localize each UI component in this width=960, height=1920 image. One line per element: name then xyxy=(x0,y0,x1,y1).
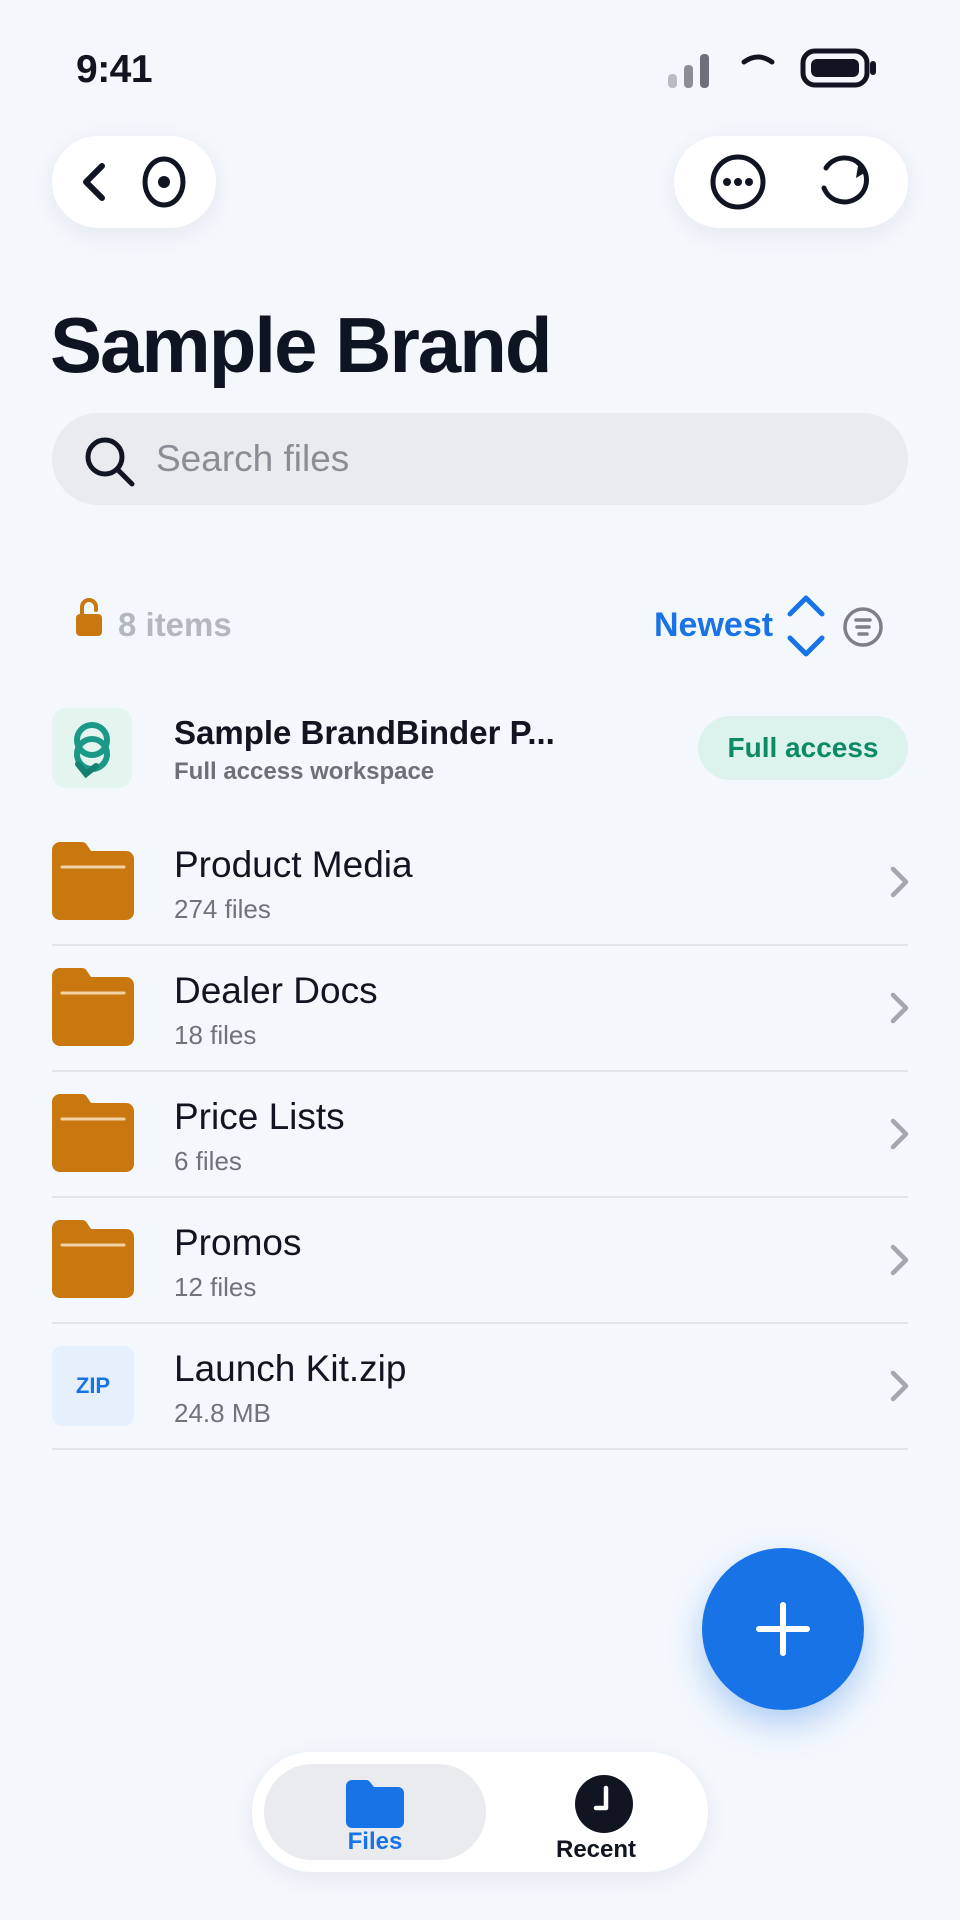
search-icon xyxy=(85,437,135,487)
folder-icon xyxy=(52,1220,134,1298)
list-item[interactable]: Product Media 274 files xyxy=(52,820,909,946)
chevron-right-icon xyxy=(890,1244,909,1276)
back-button[interactable] xyxy=(66,152,126,212)
eye-icon[interactable] xyxy=(134,152,194,212)
file-name: Product Media xyxy=(174,844,413,885)
tab-recent[interactable]: Recent xyxy=(498,1764,694,1863)
tab-files[interactable]: Files xyxy=(264,1764,486,1860)
chevron-right-icon xyxy=(890,1118,909,1150)
page-title: Sample Brand xyxy=(50,301,552,389)
filter-icon[interactable] xyxy=(842,606,884,648)
zip-file-icon: ZIP xyxy=(52,1346,134,1426)
add-button[interactable] xyxy=(702,1548,864,1710)
search-input[interactable] xyxy=(156,413,876,505)
file-name: Dealer Docs xyxy=(174,970,378,1011)
list-meta-row: 8 items Newest xyxy=(52,590,908,662)
status-icons xyxy=(668,48,878,90)
file-name: Price Lists xyxy=(174,1096,345,1137)
items-count: 8 items xyxy=(118,606,232,643)
status-time: 9:41 xyxy=(76,48,153,91)
sort-chevrons-icon[interactable] xyxy=(784,590,828,662)
signal-icon xyxy=(668,54,709,88)
search-bar[interactable] xyxy=(52,413,908,505)
lock-icon xyxy=(76,598,102,636)
more-button[interactable] xyxy=(708,152,768,212)
clock-icon xyxy=(575,1775,633,1833)
workspace-logo xyxy=(52,708,132,788)
file-name: Launch Kit.zip xyxy=(174,1348,407,1389)
chevron-right-icon xyxy=(890,866,909,898)
folder-icon xyxy=(52,1094,134,1172)
file-meta: 24.8 MB xyxy=(174,1398,271,1428)
tab-label: Files xyxy=(347,1828,403,1855)
list-item[interactable]: ZIP Launch Kit.zip 24.8 MB xyxy=(52,1324,909,1450)
wifi-icon xyxy=(741,54,775,65)
file-meta: 274 files xyxy=(174,894,271,924)
tab-bar: Files Recent xyxy=(252,1752,708,1872)
file-name: Promos xyxy=(174,1222,302,1263)
folder-icon xyxy=(52,968,134,1046)
plus-icon xyxy=(756,1602,810,1656)
workspace-subtitle: Full access workspace xyxy=(174,758,435,785)
brandbinder-logo-icon xyxy=(74,722,110,779)
file-meta: 12 files xyxy=(174,1272,257,1302)
file-meta: 18 files xyxy=(174,1020,257,1050)
workspace-name: Sample BrandBinder P... xyxy=(174,714,555,751)
chevron-right-icon xyxy=(890,992,909,1024)
workspace-row[interactable]: Sample BrandBinder P... Full access work… xyxy=(52,706,908,790)
list-item[interactable]: Dealer Docs 18 files xyxy=(52,946,909,1072)
chevron-right-icon xyxy=(890,1370,909,1402)
list-item[interactable]: Promos 12 files xyxy=(52,1198,909,1324)
folder-icon xyxy=(52,842,134,920)
list-item[interactable]: Price Lists 6 files xyxy=(52,1072,909,1198)
battery-icon xyxy=(800,48,876,88)
nav-left-pill xyxy=(52,136,216,228)
refresh-button[interactable] xyxy=(814,152,874,212)
status-bar: 9:41 xyxy=(0,0,960,140)
file-meta: 6 files xyxy=(174,1146,242,1176)
access-badge: Full access xyxy=(698,716,908,780)
sort-button[interactable]: Newest xyxy=(654,606,773,645)
tab-label: Recent xyxy=(555,1836,637,1863)
file-list: Product Media 274 files Dealer Docs 18 f… xyxy=(52,820,909,1450)
folder-icon xyxy=(346,1780,404,1828)
nav-right-pill xyxy=(674,136,908,228)
